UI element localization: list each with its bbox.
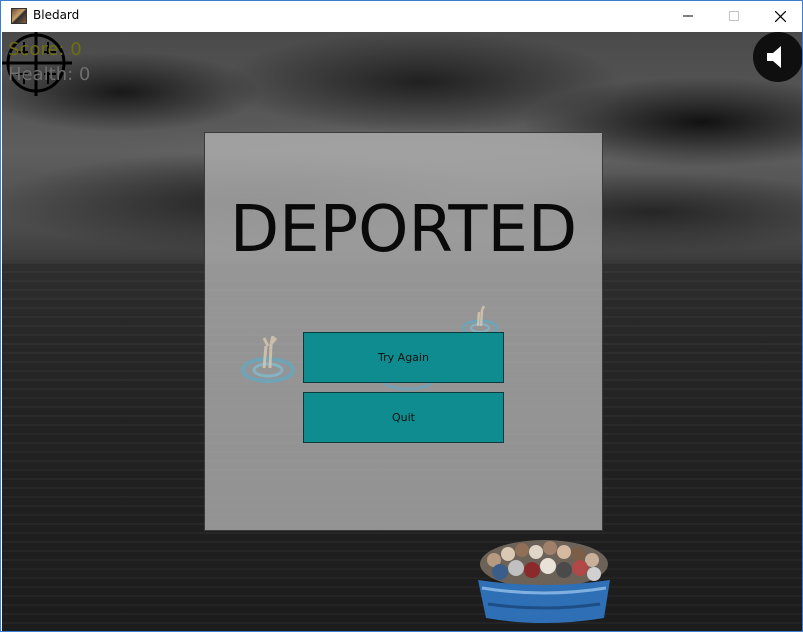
minimize-icon — [683, 15, 693, 17]
window-title: Bledard — [33, 8, 80, 22]
speaker-icon — [767, 46, 781, 68]
health-label: Health: 0 — [8, 64, 91, 85]
try-again-button[interactable]: Try Again — [303, 332, 504, 383]
maximize-button[interactable] — [711, 1, 757, 31]
app-icon — [11, 8, 27, 24]
dialog-title: DEPORTED — [229, 193, 578, 267]
migrant-boat-icon — [478, 540, 610, 623]
minimize-button[interactable] — [665, 1, 711, 31]
close-button[interactable] — [757, 1, 802, 31]
sound-toggle-button[interactable] — [753, 32, 802, 82]
score-label: Score: 0 — [8, 39, 82, 60]
title-bar: Bledard — [1, 1, 802, 32]
drowning-swimmer-icon — [241, 335, 295, 383]
maximize-icon — [729, 11, 739, 21]
close-icon — [774, 10, 786, 23]
quit-button[interactable]: Quit — [303, 392, 504, 443]
game-window: Bledard Score: 0 Health: 0 DEPORTED Try … — [0, 0, 803, 632]
game-canvas[interactable]: Score: 0 Health: 0 DEPORTED Try Again Qu… — [2, 32, 802, 631]
